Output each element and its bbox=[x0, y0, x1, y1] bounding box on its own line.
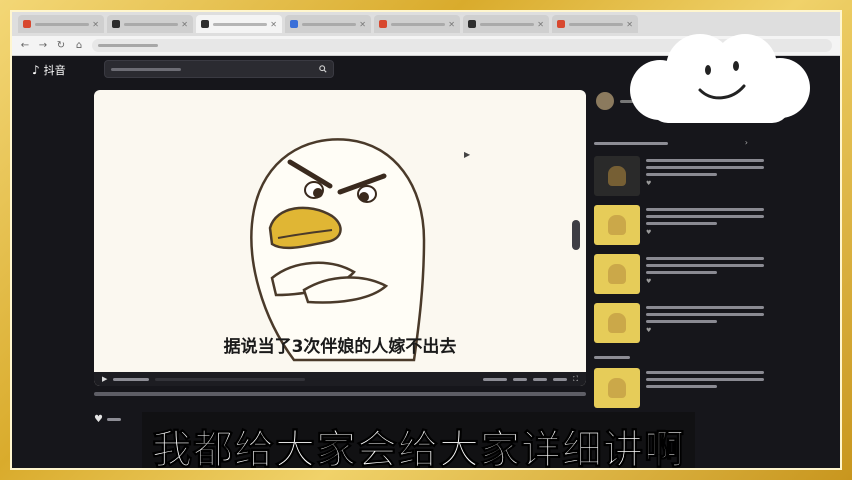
search-input[interactable] bbox=[104, 60, 334, 78]
tab-favicon-icon bbox=[112, 20, 120, 28]
list-item[interactable]: ♥ bbox=[594, 303, 764, 347]
close-icon[interactable]: ✕ bbox=[359, 20, 366, 29]
video-subtitle: 据说当了3次伴娘的人嫁不出去 bbox=[223, 337, 457, 357]
back-arrow-icon[interactable]: ← bbox=[20, 40, 30, 51]
fullscreen-icon[interactable]: ⛶ bbox=[573, 375, 578, 384]
browser-tab[interactable]: ✕ bbox=[285, 15, 371, 33]
like-button[interactable]: ♥ bbox=[94, 414, 121, 425]
search-icon bbox=[319, 65, 327, 73]
heart-icon: ♥ bbox=[646, 229, 652, 236]
related-video[interactable] bbox=[594, 368, 764, 408]
video-caption: 我都给大家会给大家详细讲啊 bbox=[142, 412, 695, 468]
heart-icon: ♥ bbox=[646, 180, 652, 187]
smiling-cloud bbox=[630, 34, 810, 123]
tab-favicon-icon bbox=[23, 20, 31, 28]
close-icon[interactable]: ✕ bbox=[181, 20, 188, 29]
list-item[interactable]: ♥ bbox=[594, 254, 764, 298]
tab-favicon-icon bbox=[290, 20, 298, 28]
close-icon[interactable]: ✕ bbox=[537, 20, 544, 29]
tab-favicon-icon bbox=[379, 20, 387, 28]
list-item[interactable]: ♥ bbox=[594, 156, 764, 200]
gold-frame: ✕ ✕ ✕ ✕ ✕ ✕ ✕ ← → ↻ ⌂ ♪ 抖音 据说当了3次伴娘的人嫁不出… bbox=[0, 0, 852, 480]
browser-tab[interactable]: ✕ bbox=[18, 15, 104, 33]
browser-tab[interactable]: ✕ bbox=[463, 15, 549, 33]
list-item[interactable]: ♥ bbox=[594, 205, 764, 249]
close-icon[interactable]: ✕ bbox=[626, 20, 633, 29]
related-thumbnail bbox=[594, 368, 640, 408]
screen-area: ✕ ✕ ✕ ✕ ✕ ✕ ✕ ← → ↻ ⌂ ♪ 抖音 据说当了3次伴娘的人嫁不出… bbox=[10, 10, 842, 470]
browser-tab[interactable]: ✕ bbox=[107, 15, 193, 33]
tab-favicon-icon bbox=[468, 20, 476, 28]
forward-arrow-icon[interactable]: → bbox=[38, 40, 48, 51]
video-description bbox=[94, 392, 586, 396]
heart-icon: ♥ bbox=[94, 414, 103, 425]
video-player[interactable]: 据说当了3次伴娘的人嫁不出去 ▶ ▶ ⛶ bbox=[94, 90, 586, 386]
episode-thumbnail bbox=[594, 303, 640, 343]
home-icon[interactable]: ⌂ bbox=[74, 40, 84, 51]
avatar[interactable] bbox=[596, 92, 614, 110]
mouse-cursor-icon: ▶ bbox=[464, 150, 471, 159]
tab-favicon-icon bbox=[201, 20, 209, 28]
browser-tab-active[interactable]: ✕ bbox=[196, 15, 282, 33]
douyin-logo[interactable]: ♪ 抖音 bbox=[32, 62, 66, 78]
tab-favicon-icon bbox=[557, 20, 565, 28]
play-icon[interactable]: ▶ bbox=[102, 375, 107, 383]
heart-icon: ♥ bbox=[646, 278, 652, 285]
episode-thumbnail bbox=[594, 156, 640, 196]
player-controls[interactable]: ▶ ⛶ bbox=[94, 372, 586, 386]
tiktok-icon: ♪ bbox=[32, 63, 40, 77]
reload-icon[interactable]: ↻ bbox=[56, 40, 66, 51]
episode-thumbnail bbox=[594, 205, 640, 245]
episode-list: ♥ ♥ ♥ ♥ bbox=[594, 156, 764, 352]
logo-text: 抖音 bbox=[43, 64, 66, 77]
episode-thumbnail bbox=[594, 254, 640, 294]
collection-title bbox=[594, 138, 668, 147]
collection-more[interactable]: › bbox=[745, 138, 748, 147]
browser-tab[interactable]: ✕ bbox=[374, 15, 460, 33]
player-side-handle[interactable] bbox=[572, 220, 580, 250]
close-icon[interactable]: ✕ bbox=[270, 20, 277, 29]
heart-icon: ♥ bbox=[646, 327, 652, 334]
chevron-right-icon: › bbox=[744, 138, 748, 147]
search-button[interactable] bbox=[319, 65, 327, 73]
related-title bbox=[594, 352, 630, 361]
close-icon[interactable]: ✕ bbox=[448, 20, 455, 29]
close-icon[interactable]: ✕ bbox=[92, 20, 99, 29]
